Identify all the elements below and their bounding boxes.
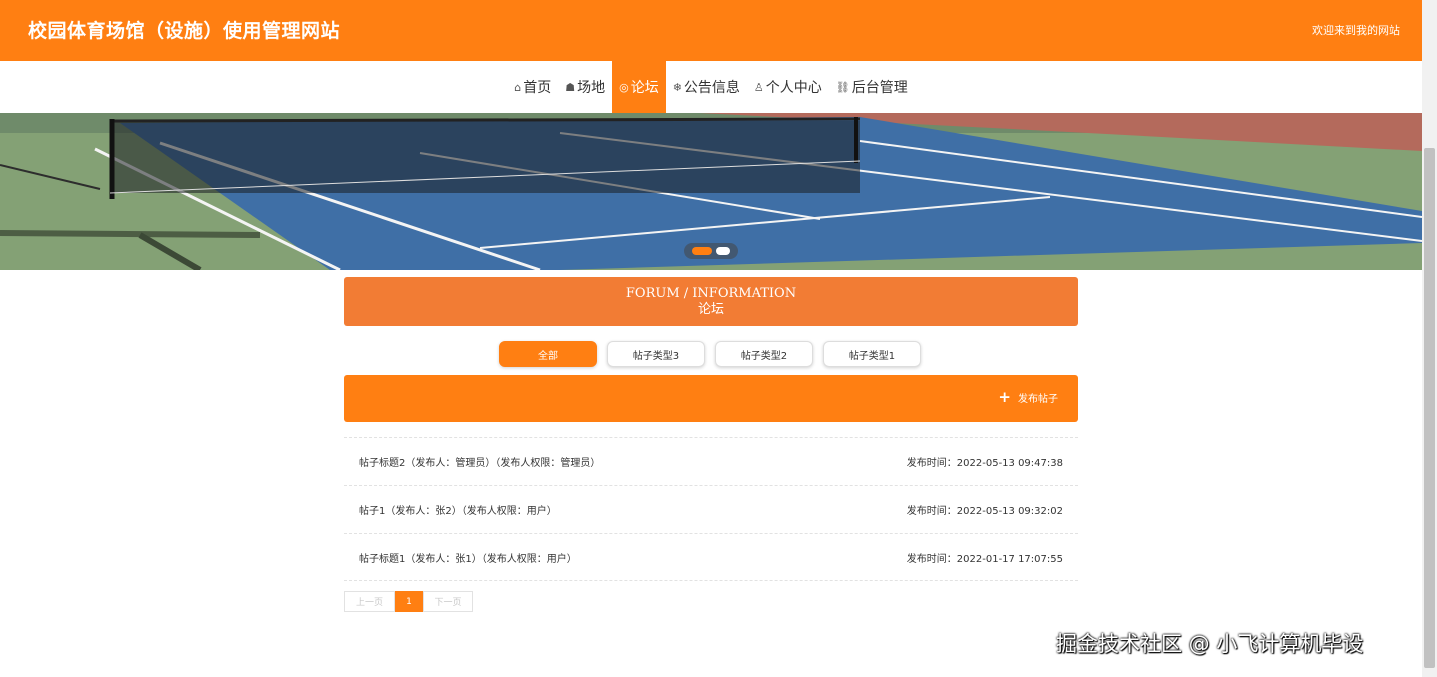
post-time: 发布时间：2022-05-13 09:32:02 bbox=[906, 506, 1063, 517]
page-number-button[interactable]: 1 bbox=[395, 591, 423, 612]
list-item[interactable]: 帖子标题1（发布人：张1）（发布人权限：用户） 发布时间：2022-01-17 … bbox=[344, 533, 1078, 581]
section-title-en: FORUM / INFORMATION bbox=[625, 286, 797, 301]
tab-post-type-2[interactable]: 帖子类型2 bbox=[715, 341, 813, 367]
post-title: 帖子1（发布人：张2）（发布人权限：用户） bbox=[359, 506, 557, 517]
welcome-text: 欢迎来到我的网站 bbox=[1312, 24, 1400, 37]
carousel-dot[interactable] bbox=[716, 247, 730, 255]
list-item[interactable]: 帖子标题2（发布人：管理员）（发布人权限：管理员） 发布时间：2022-05-1… bbox=[344, 437, 1078, 485]
post-list: 帖子标题2（发布人：管理员）（发布人权限：管理员） 发布时间：2022-05-1… bbox=[344, 437, 1078, 581]
site-header: 校园体育场馆（设施）使用管理网站 欢迎来到我的网站 bbox=[0, 0, 1422, 61]
site-title: 校园体育场馆（设施）使用管理网站 bbox=[28, 20, 341, 42]
nav-item-admin[interactable]: ⛓ 后台管理 bbox=[829, 61, 915, 113]
tab-all[interactable]: 全部 bbox=[499, 341, 597, 367]
post-time: 发布时间：2022-05-13 09:47:38 bbox=[906, 458, 1063, 469]
nav-item-label: 个人中心 bbox=[765, 80, 822, 96]
link-icon: ⛓ bbox=[835, 80, 850, 94]
nav-item-label: 后台管理 bbox=[851, 80, 908, 96]
publish-post-label: 发布帖子 bbox=[1018, 394, 1058, 405]
next-page-button[interactable]: 下一页 bbox=[423, 591, 473, 612]
layers-icon: ☗ bbox=[565, 80, 576, 94]
tab-post-type-1[interactable]: 帖子类型1 bbox=[823, 341, 921, 367]
nav-item-profile[interactable]: ♙ 个人中心 bbox=[747, 61, 829, 113]
nav-item-label: 公告信息 bbox=[683, 80, 740, 96]
plus-icon: + bbox=[998, 388, 1011, 406]
forum-action-bar: + 发布帖子 bbox=[344, 375, 1078, 422]
user-icon: ♙ bbox=[753, 80, 764, 94]
page-scrollbar[interactable] bbox=[1422, 0, 1437, 677]
watermark: 掘金技术社区 @ 小飞计算机毕设 bbox=[1056, 632, 1364, 656]
nav-item-label: 场地 bbox=[577, 80, 606, 96]
main-nav: ⌂ 首页 ☗ 场地 ◎ 论坛 ❄ 公告信息 ♙ 个人中心 ⛓ 后台管理 bbox=[0, 61, 1422, 113]
nav-item-label: 论坛 bbox=[630, 80, 659, 96]
post-type-tabs: 全部 帖子类型3 帖子类型2 帖子类型1 bbox=[499, 341, 921, 367]
carousel-indicator bbox=[684, 243, 738, 259]
carousel-dot-active[interactable] bbox=[692, 247, 712, 255]
publish-post-button[interactable]: + 发布帖子 bbox=[998, 388, 1058, 406]
tab-post-type-3[interactable]: 帖子类型3 bbox=[607, 341, 705, 367]
post-time: 发布时间：2022-01-17 17:07:55 bbox=[906, 553, 1063, 565]
section-title-cn: 论坛 bbox=[697, 302, 724, 317]
pagination: 上一页 1 下一页 bbox=[344, 591, 473, 612]
chat-icon: ◎ bbox=[619, 80, 629, 94]
nav-item-announcements[interactable]: ❄ 公告信息 bbox=[666, 61, 747, 113]
section-title-block: FORUM / INFORMATION 论坛 bbox=[344, 277, 1078, 326]
post-title: 帖子标题1（发布人：张1）（发布人权限：用户） bbox=[359, 553, 577, 565]
list-item[interactable]: 帖子1（发布人：张2）（发布人权限：用户） 发布时间：2022-05-13 09… bbox=[344, 485, 1078, 533]
prev-page-button[interactable]: 上一页 bbox=[344, 591, 395, 612]
nav-item-forum[interactable]: ◎ 论坛 bbox=[612, 61, 666, 113]
nav-item-venues[interactable]: ☗ 场地 bbox=[558, 61, 612, 113]
snowflake-icon: ❄ bbox=[672, 80, 682, 94]
nav-item-home[interactable]: ⌂ 首页 bbox=[507, 61, 558, 113]
home-icon: ⌂ bbox=[514, 80, 522, 94]
scrollbar-thumb[interactable] bbox=[1424, 148, 1435, 668]
nav-item-label: 首页 bbox=[523, 80, 552, 96]
post-title: 帖子标题2（发布人：管理员）（发布人权限：管理员） bbox=[359, 458, 601, 469]
